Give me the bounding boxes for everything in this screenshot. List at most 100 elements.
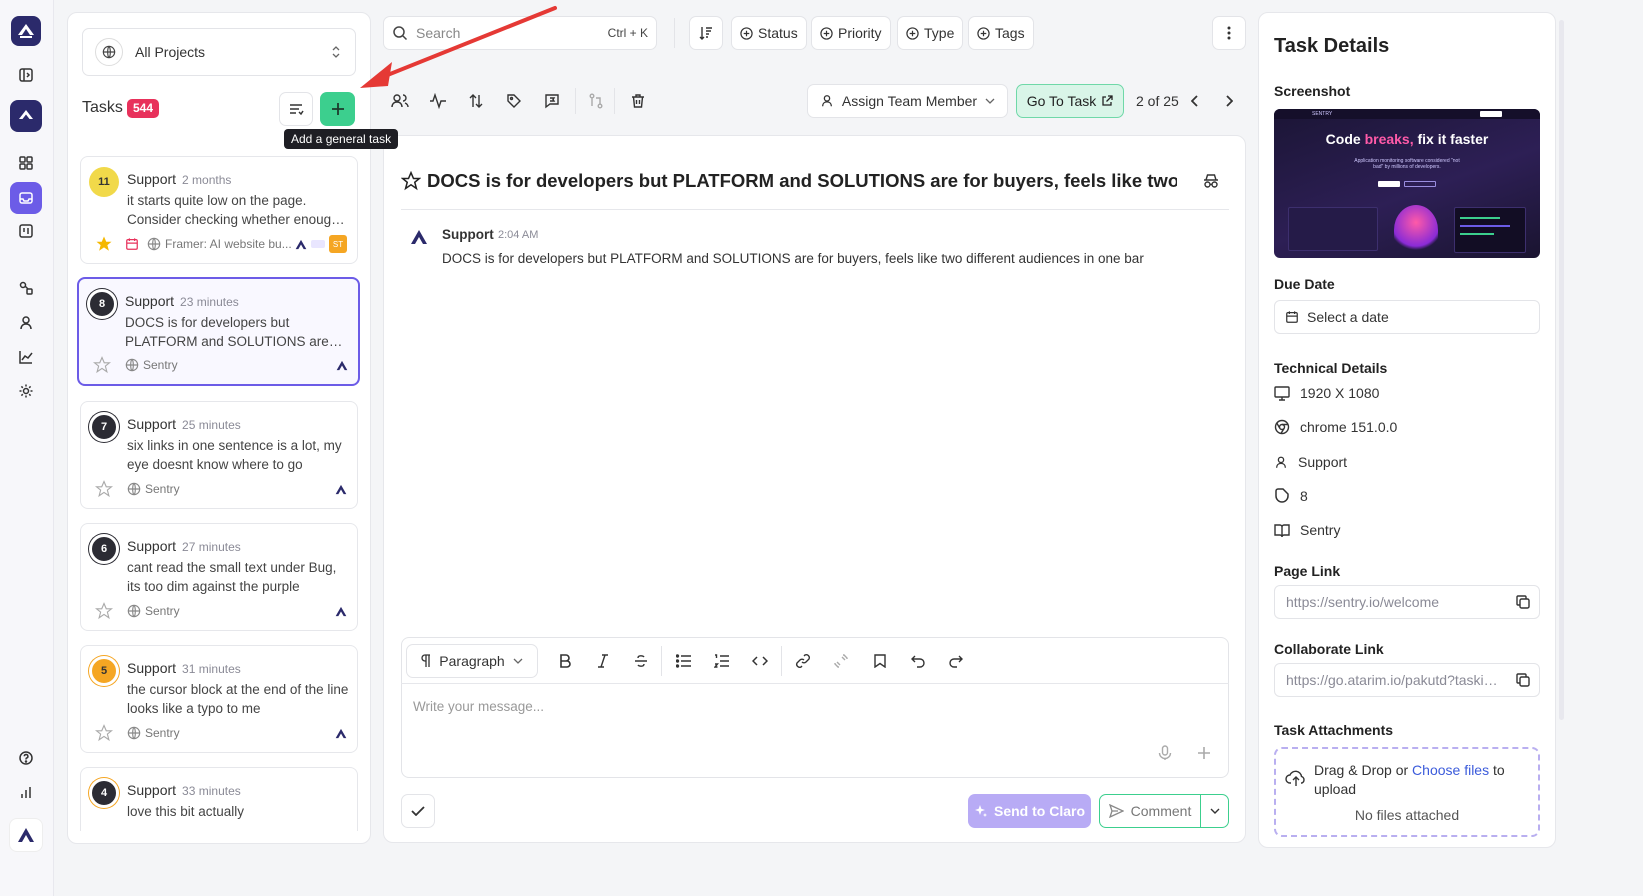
send-to-claro-button[interactable]: Send to Claro <box>968 794 1091 828</box>
filter-status[interactable]: Status <box>731 16 807 50</box>
filter-list-button[interactable] <box>279 92 313 126</box>
page-link-field[interactable]: https://sentry.io/welcome <box>1274 585 1540 619</box>
page-link-value: https://sentry.io/welcome <box>1286 594 1440 610</box>
assign-label: Assign Team Member <box>841 93 978 109</box>
calendar-icon[interactable] <box>125 237 139 251</box>
board-icon[interactable] <box>11 216 41 246</box>
task-text: the cursor block at the end of the line … <box>127 682 349 716</box>
filter-type[interactable]: Type <box>897 16 964 50</box>
app-rail <box>0 0 54 896</box>
task-title: DOCS is for developers but PLATFORM and … <box>427 170 1177 191</box>
collapse-sidebar-icon[interactable] <box>11 60 41 90</box>
resolution-row: 1920 X 1080 <box>1274 385 1379 401</box>
merge-icon[interactable] <box>581 86 611 116</box>
prev-task-icon[interactable] <box>1180 86 1210 116</box>
globe-icon <box>127 726 141 740</box>
comment-options-dropdown[interactable] <box>1201 795 1228 827</box>
user-icon <box>1274 455 1288 470</box>
star-filled-icon[interactable] <box>95 235 113 253</box>
help-icon[interactable] <box>11 743 41 773</box>
italic-icon[interactable] <box>588 646 618 676</box>
task-card-selected[interactable]: 8 Support 23 minutes DOCS is for develope… <box>77 277 360 386</box>
thumbnail-icon <box>311 240 325 248</box>
assign-team-member-dropdown[interactable]: Assign Team Member <box>807 84 1008 118</box>
task-text: love this bit actually <box>127 804 245 819</box>
undo-icon[interactable] <box>903 646 933 676</box>
workspace-icon[interactable] <box>10 100 42 132</box>
format-dropdown[interactable]: Paragraph <box>406 644 538 678</box>
sort-button[interactable] <box>689 16 723 50</box>
bold-icon[interactable] <box>550 646 580 676</box>
user-icon[interactable] <box>11 308 41 338</box>
redo-icon[interactable] <box>941 646 971 676</box>
dashboard-icon[interactable] <box>11 148 41 178</box>
star-outline-icon[interactable] <box>95 602 113 620</box>
unlink-icon[interactable] <box>826 646 856 676</box>
go-to-task-button[interactable]: Go To Task <box>1016 84 1124 118</box>
task-card[interactable]: 6 Support 27 minutes cant read the small … <box>80 523 358 631</box>
task-time: 33 minutes <box>182 784 241 798</box>
copy-icon[interactable] <box>1515 672 1531 688</box>
task-card[interactable]: 11 Support 2 months it starts quite low o… <box>80 156 358 264</box>
filter-tags[interactable]: Tags <box>968 16 1034 50</box>
trash-icon[interactable] <box>623 86 653 116</box>
project-selector-label: All Projects <box>135 44 206 60</box>
strikethrough-icon[interactable] <box>626 646 656 676</box>
analytics-icon[interactable] <box>11 342 41 372</box>
task-text: six links in one sentence is a lot, my e… <box>127 438 342 472</box>
star-outline-icon[interactable] <box>95 480 113 498</box>
choose-files-link[interactable]: Choose files <box>1412 762 1489 778</box>
brand-logo-icon[interactable] <box>9 818 43 852</box>
reporter-row: Support <box>1274 454 1347 470</box>
atarim-small-icon <box>335 728 347 739</box>
message-input[interactable]: Write your message... <box>413 699 544 714</box>
scrollbar[interactable] <box>1559 20 1564 720</box>
task-site: Sentry <box>145 604 180 618</box>
task-card[interactable]: 7 Support 25 minutes six links in one sen… <box>80 401 358 509</box>
task-number-badge: 5 <box>89 656 119 686</box>
task-number-badge: 8 <box>87 289 117 319</box>
external-link-icon <box>1101 95 1113 107</box>
collaborate-link-field[interactable]: https://go.atarim.io/pakutd?taskid... <box>1274 663 1540 697</box>
plus-icon[interactable] <box>1197 746 1211 760</box>
attachments-dropzone[interactable]: Drag & Drop or Choose files to upload No … <box>1274 747 1540 837</box>
atarim-logo-icon[interactable] <box>11 16 41 46</box>
microphone-icon[interactable] <box>1158 745 1172 761</box>
task-number-row: 8 <box>1274 488 1308 504</box>
more-options-button[interactable] <box>1212 16 1246 50</box>
code-icon[interactable] <box>745 646 775 676</box>
monitor-icon <box>1274 385 1290 401</box>
task-card[interactable]: 5 Support 31 minutes the cursor block at … <box>80 645 358 753</box>
details-heading: Task Details <box>1274 35 1390 57</box>
incognito-icon[interactable] <box>1202 172 1220 190</box>
globe-icon <box>127 604 141 618</box>
comment-button[interactable]: Comment <box>1100 795 1200 827</box>
globe-icon <box>125 358 139 372</box>
atarim-small-icon <box>336 360 348 371</box>
link-icon[interactable] <box>788 646 818 676</box>
collaborate-link-label: Collaborate Link <box>1274 641 1384 657</box>
next-task-icon[interactable] <box>1214 86 1244 116</box>
thumb-sub: Application monitoring software consider… <box>1354 158 1460 170</box>
due-date-picker[interactable]: Select a date <box>1274 300 1540 334</box>
bookmark-icon[interactable] <box>865 646 895 676</box>
screenshot-thumbnail[interactable]: SENTRY Code breaks, fix it faster Applic… <box>1274 109 1540 258</box>
tasks-heading: Tasks <box>82 99 123 116</box>
filter-priority[interactable]: Priority <box>811 16 891 50</box>
integrations-icon[interactable] <box>11 273 41 303</box>
star-outline-icon[interactable] <box>95 724 113 742</box>
inbox-icon[interactable] <box>10 182 42 214</box>
star-outline-icon[interactable] <box>401 171 421 191</box>
comment-time: 2:04 AM <box>498 229 539 241</box>
numbered-list-icon[interactable] <box>707 646 737 676</box>
settings-gear-icon[interactable] <box>11 376 41 406</box>
project-selector[interactable]: All Projects <box>82 28 356 76</box>
star-outline-icon[interactable] <box>93 356 111 374</box>
send-icon <box>1108 804 1124 818</box>
copy-icon[interactable] <box>1515 594 1531 610</box>
task-card[interactable]: 4 Support 33 minutes love this bit actual… <box>80 767 358 831</box>
due-date-label: Due Date <box>1274 276 1335 292</box>
stats-icon[interactable] <box>11 778 41 808</box>
mark-complete-button[interactable] <box>401 794 435 828</box>
bullet-list-icon[interactable] <box>669 646 699 676</box>
